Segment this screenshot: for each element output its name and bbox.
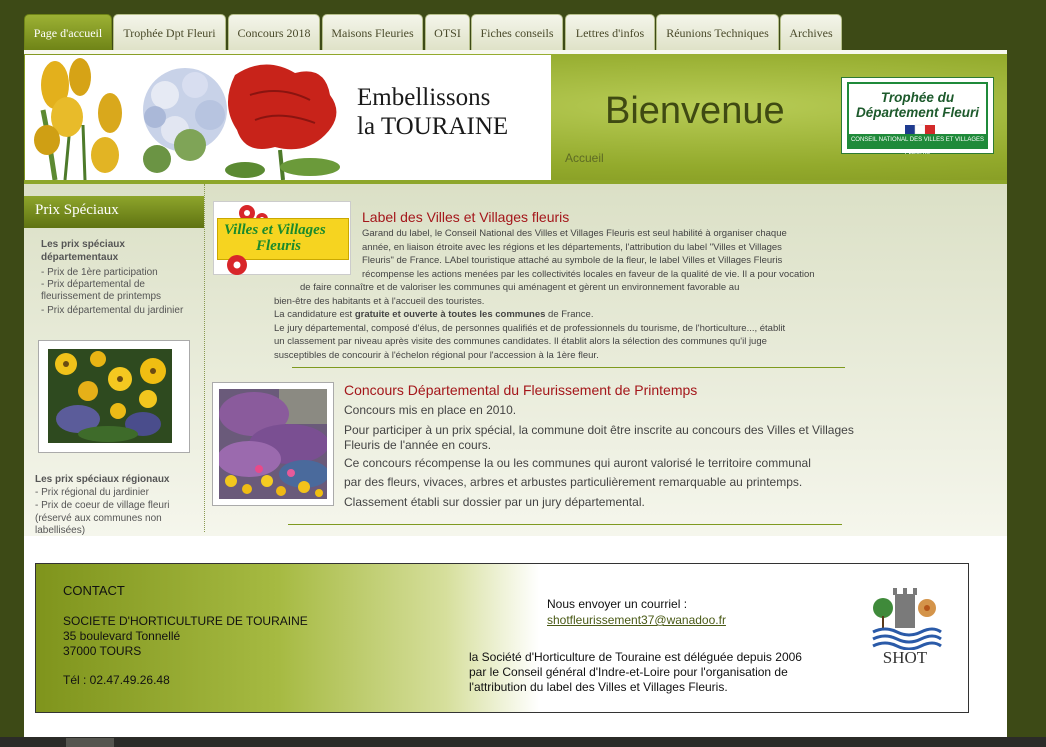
contact-title: CONTACT <box>63 583 125 598</box>
tab-page-accueil[interactable]: Page d'accueil <box>24 14 112 50</box>
spring-flowers-photo <box>219 389 327 499</box>
sidebar-link-jardinier-regional[interactable]: - Prix régional du jardinier <box>35 487 149 499</box>
sidebar-dept-heading: Les prix spéciaux départementaux <box>41 238 125 264</box>
candidature-highlight: gratuite et ouverte à toutes les commune… <box>354 309 546 321</box>
article-photo-printemps <box>212 382 334 506</box>
site-header: Embellissons la TOURAINE Bienvenue Accue… <box>24 54 1007 184</box>
sidebar-regional-heading: Les prix spéciaux régionaux <box>35 474 170 485</box>
tab-fiches-conseils[interactable]: Fiches conseils <box>471 14 563 50</box>
spring-flowers-image <box>219 389 327 499</box>
sidebar-link-jardinier-departemental[interactable]: - Prix départemental du jardinier <box>41 305 183 317</box>
article-printemps-body: Concours mis en place en 2010. Pour part… <box>344 401 854 513</box>
article-printemps-line: Fleuris de l'année en cours. <box>344 437 492 452</box>
contact-mail-label: Nous envoyer un courriel : <box>547 597 688 611</box>
trophy-logo-footer: CONSEIL NATIONAL DES VILLES ET VILLAGES … <box>849 134 986 156</box>
contact-delegation-line3: l'attribution du label des Villes et Vil… <box>469 680 728 694</box>
article-title-label[interactable]: Label des Villes et Villages fleuris <box>362 209 569 225</box>
trophy-title-line2: Département Fleuri <box>855 105 980 120</box>
contact-phone: Tél : 02.47.49.26.48 <box>63 673 170 687</box>
article-printemps-line: Ce concours récompense la ou les commune… <box>344 455 811 470</box>
article-label-line: de faire connaître et de valoriser les c… <box>300 282 740 293</box>
shot-logo[interactable]: SHOT <box>865 582 945 670</box>
banner-image: Embellissons la TOURAINE <box>25 55 551 180</box>
page-container: Embellissons la TOURAINE Bienvenue Accue… <box>24 50 1007 737</box>
sidebar-dept-heading-line2: départementaux <box>41 252 119 263</box>
trophy-logo[interactable]: Trophée du Département Fleuri CONSEIL NA… <box>841 77 994 156</box>
sidebar-dept-heading-line1: Les prix spéciaux <box>41 239 125 250</box>
tab-reunions-techniques[interactable]: Réunions Techniques <box>656 14 779 50</box>
sidebar-link-fleurissement-printemps[interactable]: - Prix départemental de <box>41 279 145 291</box>
sidebar-title: Prix Spéciaux <box>24 196 204 228</box>
article-label-line: susceptibles de concourir à l'échelon ré… <box>274 349 599 361</box>
contact-org: SOCIETE D'HORTICULTURE DE TOURAINE <box>63 614 308 628</box>
logo-text-line1: Villes et Villages <box>224 222 326 238</box>
footer: CONTACT SOCIETE D'HORTICULTURE DE TOURAI… <box>24 536 1007 737</box>
contact-delegation-line1: la Société d'Horticulture de Touraine es… <box>469 650 802 664</box>
sidebar-photo <box>38 340 190 453</box>
shot-logo-text: SHOT <box>882 648 928 667</box>
villes-villages-fleuris-logo[interactable]: Villes et Villages Fleuris <box>213 201 351 275</box>
bottom-bar <box>0 737 1046 747</box>
article-separator <box>292 367 845 368</box>
main-content: Prix Spéciaux Les prix spéciaux départem… <box>24 184 1007 536</box>
trophy-title-line1: Trophée du <box>880 90 955 105</box>
shot-tower-icon <box>872 588 942 651</box>
sidebar-link-coeur-village-note: (réservé aux communes non <box>35 513 162 524</box>
tab-concours-2018[interactable]: Concours 2018 <box>228 14 320 50</box>
contact-email-link[interactable]: shotfleurissement37@wanadoo.fr <box>547 613 726 627</box>
trophy-logo-title: Trophée du Département Fleuri <box>849 90 986 120</box>
flower-icon-bottom <box>227 255 247 275</box>
article-printemps-line: par des fleurs, vivaces, arbres et arbus… <box>344 475 803 490</box>
flowers-photo <box>48 349 172 443</box>
sidebar-link-premiere-participation[interactable]: - Prix de 1ère participation <box>41 267 158 279</box>
article-printemps-line: Concours mis en place en 2010. <box>344 403 517 417</box>
tab-otsi[interactable]: OTSI <box>425 14 470 50</box>
tab-maisons-fleuries[interactable]: Maisons Fleuries <box>322 14 423 50</box>
trophy-logo-frame: Trophée du Département Fleuri CONSEIL NA… <box>847 82 988 156</box>
article-label-line: Fleuris" de France. LAbel touristique at… <box>362 255 783 267</box>
banner-title-line1: Embellissons <box>357 84 491 111</box>
article-label-line: Le jury départemental, composé d'élus, d… <box>274 322 786 334</box>
breadcrumb-accueil[interactable]: Accueil <box>565 151 604 165</box>
article-title-printemps[interactable]: Concours Départemental du Fleurissement … <box>344 382 697 398</box>
article-label-line: année, en liaison étroite avec les régio… <box>362 241 782 253</box>
contact-box: CONTACT SOCIETE D'HORTICULTURE DE TOURAI… <box>35 563 969 713</box>
logo-text: Villes et Villages Fleuris <box>224 222 326 254</box>
article-label-line: récompense les actions menées par les co… <box>362 268 815 280</box>
article-printemps-line: Pour participer à un prix spécial, la co… <box>344 422 854 437</box>
candidature-text: La candidature est <box>274 309 355 321</box>
tab-archives[interactable]: Archives <box>780 14 842 50</box>
article-label-line: bien-être des habitants et à l'accueil d… <box>274 295 485 307</box>
sidebar-link-coeur-village[interactable]: - Prix de coeur de village fleuri <box>35 500 170 512</box>
contact-street: 35 boulevard Tonnellé <box>63 629 181 643</box>
yellow-flowers-image <box>48 349 172 443</box>
article-label-line: un classement par niveau après visite de… <box>274 336 767 348</box>
sidebar: Prix Spéciaux Les prix spéciaux départem… <box>24 184 205 536</box>
tab-lettres-infos[interactable]: Lettres d'infos <box>565 14 655 50</box>
logo-text-line2: Fleuris <box>256 238 302 254</box>
article-printemps-line: Classement établi sur dossier par un jur… <box>344 495 645 510</box>
article-label-line: Garand du label, le Conseil National des… <box>362 228 787 239</box>
bottom-tab[interactable] <box>66 738 114 747</box>
contact-delegation-line2: par le Conseil général d'Indre-et-Loire … <box>469 665 788 679</box>
article-label-candidature: La candidature est gratuite et ouverte à… <box>274 308 785 322</box>
candidature-text-end: de France. <box>545 309 594 321</box>
contact-city: 37000 TOURS <box>63 644 142 658</box>
article-label-intro: Garand du label, le Conseil National des… <box>362 227 815 281</box>
page-title: Bienvenue <box>605 90 785 132</box>
banner-title: Embellissons la TOURAINE <box>357 83 508 141</box>
article-separator-2 <box>288 524 842 525</box>
banner-title-line2: la TOURAINE <box>357 113 509 140</box>
flowers-illustration <box>25 55 355 180</box>
tab-trophee-dpt-fleuri[interactable]: Trophée Dpt Fleuri <box>113 14 226 50</box>
article-label-body: de faire connaître et de valoriser les c… <box>274 281 785 363</box>
sidebar-link-fleurissement-printemps-cont[interactable]: fleurissement de printemps <box>41 291 161 303</box>
